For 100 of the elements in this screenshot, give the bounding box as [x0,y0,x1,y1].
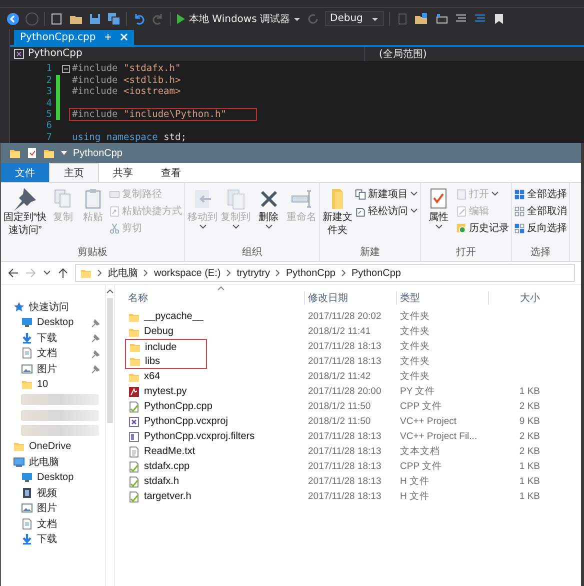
file-name[interactable]: include [125,339,207,354]
select-all-icon [514,188,525,200]
configuration-dropdown[interactable]: Debug [325,11,384,26]
ribbon-tab[interactable]: 查看 [147,163,195,182]
line-number: 4 [45,98,53,109]
nav-item[interactable]: OneDrive [29,440,72,452]
line-number: 5 [45,109,53,120]
file-type: CPP 文件 [399,400,444,413]
scrollbar[interactable] [105,285,115,586]
column-header[interactable]: 修改日期 [305,291,397,305]
file-name[interactable]: ReadMe.txt [125,444,206,459]
breadcrumb-item[interactable]: PythonCpp [286,268,336,278]
nav-item[interactable]: 快速访问 [29,300,69,314]
file-type: 文件夹 [399,340,431,353]
ribbon-button[interactable]: 固定到“快速访问” [3,187,47,245]
file-name[interactable]: stdafx.cpp [125,459,200,474]
film-icon [21,486,33,499]
nav-item[interactable]: 10 [37,378,48,390]
shortcut-icon [109,206,120,216]
up-icon[interactable] [57,267,69,279]
ribbon-button[interactable]: 删除 [253,187,284,245]
ribbon-button[interactable]: 属性 [423,187,454,245]
file-size: 1 KB [518,461,541,472]
file-type: VC++ Project Fil... [399,431,478,442]
column-header[interactable]: 名称 [125,291,305,305]
file-name[interactable]: PythonCpp.vcxproj [125,414,238,429]
breadcrumb-item[interactable]: PythonCpp [352,268,401,278]
undo-icon[interactable] [132,12,146,26]
caret-icon [370,16,379,22]
column-header[interactable]: 大小 [489,291,544,305]
file-name[interactable]: libs [125,354,207,369]
group-label: 剪贴板 [76,246,108,259]
ribbon-tab[interactable]: 共享 [99,163,147,182]
file-name[interactable]: x64 [125,369,170,384]
caret-icon [293,16,301,22]
save-all-icon[interactable] [107,12,121,26]
nav-item[interactable]: Desktop [37,472,74,483]
group-label: 新建 [359,246,381,259]
breadcrumb-item[interactable]: 此电脑 [108,266,138,280]
modified-date: 2017/11/28 18:13 [307,446,382,457]
source-file-icon [128,490,140,502]
new-folder-icon[interactable] [43,147,55,159]
save-icon[interactable] [88,12,102,26]
caret-icon[interactable] [43,270,51,276]
code-line: #include "stdafx.h" [71,63,182,74]
modified-date: 2018/1/2 11:41 [307,326,372,337]
code-line: using namespace std; [71,132,188,143]
file-name[interactable]: PythonCpp.vcxproj.filters [125,429,265,444]
document-tab[interactable]: PythonCpp.cpp [14,30,134,45]
file-name[interactable]: Debug [125,324,184,339]
line-number: 3 [45,86,53,98]
properties-icon[interactable] [26,147,38,159]
ribbon-button[interactable]: 新建文件夹 [322,187,353,245]
ribbon-button[interactable]: 全部取消 [514,204,567,218]
collapse-icon[interactable] [62,64,70,73]
address-bar[interactable]: 此电脑 workspace (E:) trytrytry PythonCpp PythonCpp [75,264,575,282]
find-folder-icon[interactable] [414,12,430,26]
nav-item[interactable]: 下载 [37,330,57,345]
back-icon[interactable] [6,12,20,26]
ribbon-tab[interactable]: 主页 [49,163,99,182]
nav-item[interactable]: 视频 [37,486,57,500]
source-file-icon [128,400,140,412]
breadcrumb-item[interactable]: workspace (E:) [154,268,221,278]
ribbon-button[interactable]: 轻松访问 [355,204,418,218]
file-name[interactable]: __pycache__ [125,309,214,324]
file-name[interactable]: targetver.h [125,489,202,504]
line-number: 2 [45,74,53,86]
play-icon [176,12,186,24]
caret-icon[interactable] [60,150,68,156]
scope-dropdown[interactable]: (全局范围) [365,46,427,61]
nav-item[interactable]: 文档 [37,346,57,360]
run-debugger-button[interactable]: 本地 Windows 调试器 [176,12,301,26]
file-type: VC++ Project [399,416,458,427]
file-name[interactable]: mytest.py [125,384,197,399]
ribbon-button[interactable]: 反向选择 [514,221,567,235]
file-name[interactable]: stdafx.h [125,474,190,489]
ribbon-button[interactable]: 新建项目 [355,187,418,201]
invert-selection-icon [514,222,525,234]
nav-item[interactable]: 文档 [37,516,57,531]
line-number: 1 [45,63,53,74]
close-icon[interactable] [120,33,128,42]
nav-item[interactable]: 下载 [37,532,57,546]
edit-icon [456,206,467,216]
ribbon-tab[interactable]: 文件 [1,163,49,182]
nav-item[interactable]: Desktop [37,316,74,328]
file-type: 文件夹 [399,325,431,338]
nav-item[interactable]: 图片 [37,362,57,376]
file-name[interactable]: PythonCpp.cpp [125,399,222,414]
back-icon[interactable] [7,267,19,279]
column-header[interactable]: 类型 [397,291,489,305]
new-project-icon[interactable] [50,12,64,26]
ribbon-button[interactable]: 全部选择 [514,187,567,201]
down-arrow-icon [21,533,33,546]
ribbon-button[interactable]: 历史记录 [456,221,509,235]
nav-item[interactable]: 此电脑 [29,454,59,469]
breadcrumb-item[interactable]: trytrytry [236,268,270,278]
nav-item[interactable]: 图片 [37,501,57,516]
file-type: 文本文档 [399,445,441,458]
line-number: 6 [45,120,53,132]
file-type: 文件夹 [399,310,431,323]
